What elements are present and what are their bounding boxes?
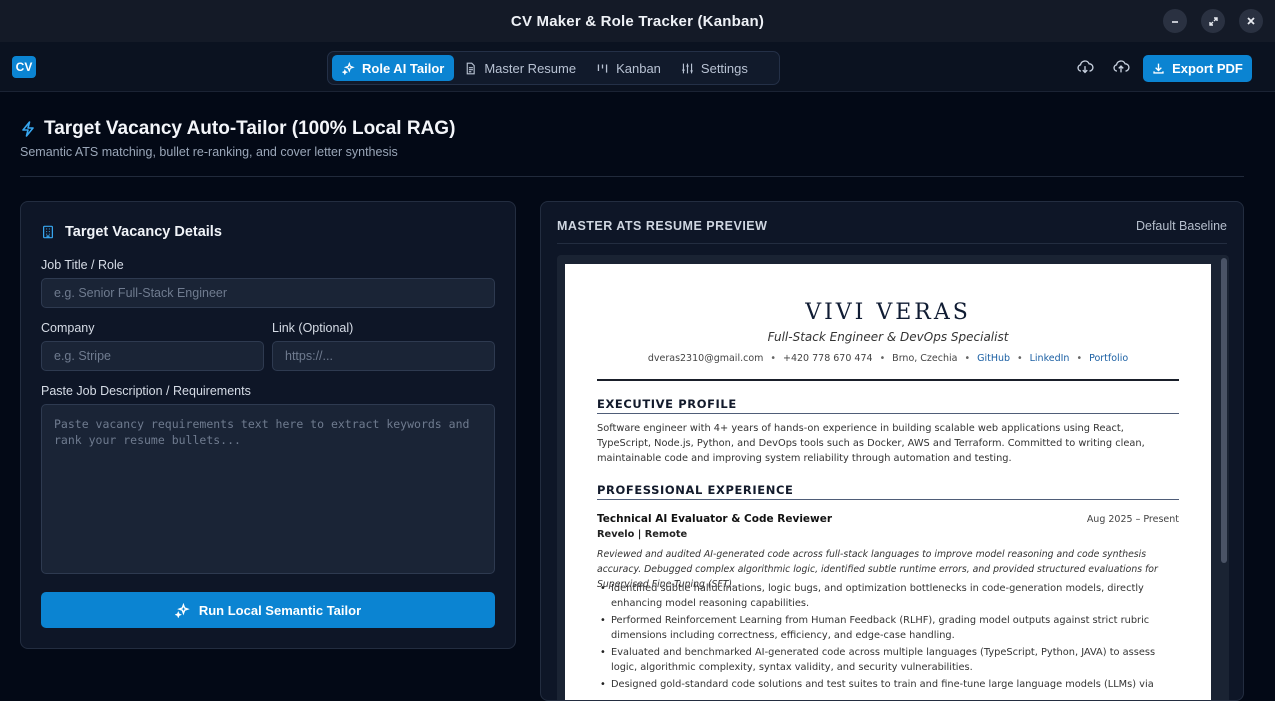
run-semantic-tailor-button[interactable]: Run Local Semantic Tailor [41,592,495,628]
cloud-download-icon[interactable] [1076,58,1094,76]
main-navigation: Role AI Tailor Master Resume Kanban Sett… [327,51,780,85]
tab-label: Role AI Tailor [362,60,445,76]
close-icon[interactable] [1239,9,1263,33]
building-icon [43,225,53,239]
experience-heading: PROFESSIONAL EXPERIENCE [597,483,1179,500]
tab-kanban[interactable]: Kanban [586,55,671,81]
run-button-label: Run Local Semantic Tailor [198,602,362,618]
export-pdf-label: Export PDF [1172,61,1243,76]
vacancy-details-panel: Target Vacancy Details Job Title / Role … [20,201,516,649]
tab-label: Settings [700,60,748,76]
job-company: Revelo | Remote [597,529,688,540]
tab-role-ai-tailor[interactable]: Role AI Tailor [332,55,455,81]
job-description-label: Paste Job Description / Requirements [41,384,251,398]
app-toolbar: CV Role AI Tailor Master Resume Kanban S… [0,42,1275,92]
link-label: Link (Optional) [272,321,354,335]
kanban-icon [597,63,608,73]
minimize-icon[interactable] [1163,9,1187,33]
resume-github-link[interactable]: GitHub [977,353,1010,364]
sparkles-icon [342,61,355,75]
window-title: CV Maker & Role Tracker (Kanban) [510,12,765,30]
sparkles-icon [174,602,190,618]
job-description-textarea[interactable]: Paste vacancy requirements text here to … [41,404,495,574]
job-title: Technical AI Evaluator & Code Reviewer [597,513,833,525]
download-icon [1153,63,1164,74]
preview-header: MASTER ATS RESUME PREVIEW Default Baseli… [557,218,1227,244]
page-title-text: Target Vacancy Auto-Tailor (100% Local R… [44,118,456,139]
job-title-input[interactable]: e.g. Senior Full-Stack Engineer [41,278,495,308]
export-pdf-button[interactable]: Export PDF [1143,55,1252,82]
maximize-icon[interactable] [1201,9,1225,33]
lightning-icon [22,121,34,137]
resume-preview-panel: MASTER ATS RESUME PREVIEW Default Baseli… [540,201,1244,701]
window-controls [1163,9,1263,33]
cloud-upload-icon[interactable] [1112,58,1130,76]
preview-title: MASTER ATS RESUME PREVIEW [557,219,768,233]
panel-title: Target Vacancy Details [41,224,222,240]
profile-heading: EXECUTIVE PROFILE [597,397,1179,414]
preview-scrollbar[interactable] [1221,258,1227,563]
window-titlebar: CV Maker & Role Tracker (Kanban) [0,0,1275,42]
tab-label: Kanban [616,60,661,76]
resume-location: Brno, Czechia [892,353,958,364]
panel-title-text: Target Vacancy Details [65,224,222,240]
resume-page: VIVI VERAS Full-Stack Engineer & DevOps … [565,264,1211,700]
resume-name: VIVI VERAS [805,300,971,325]
resume-contact-line: dveras2310@gmail.com • +420 778 670 474 • Br… [647,353,1129,364]
company-input[interactable]: e.g. Stripe [41,341,264,371]
tab-settings[interactable]: Settings [671,55,758,81]
resume-role: Full-Stack Engineer & DevOps Specialist [767,330,1009,344]
tab-master-resume[interactable]: Master Resume [454,55,586,81]
document-icon [467,62,476,74]
app-logo: CV [12,56,36,78]
list-item: Identified subtle hallucinations, logic … [597,581,1179,611]
link-input[interactable]: https://... [272,341,495,371]
page-subtitle: Semantic ATS matching, bullet re-ranking… [20,145,398,159]
sliders-icon [682,63,693,73]
page-title: Target Vacancy Auto-Tailor (100% Local R… [20,118,455,140]
job-dates: Aug 2025 – Present [1086,514,1179,525]
tab-label: Master Resume [484,60,577,76]
header-divider [20,176,1244,177]
job-bullets: Identified subtle hallucinations, logic … [597,581,1179,694]
resume-portfolio-link[interactable]: Portfolio [1089,353,1128,364]
page-header: Target Vacancy Auto-Tailor (100% Local R… [20,118,455,159]
resume-header-rule [597,379,1179,381]
preview-baseline-badge: Default Baseline [1135,219,1227,233]
job-title-label: Job Title / Role [41,258,124,272]
company-label: Company [41,321,95,335]
resume-email: dveras2310@gmail.com [647,353,764,364]
list-item: Designed gold-standard code solutions an… [597,677,1179,692]
resume-phone: +420 778 670 474 [783,353,873,364]
list-item: Performed Reinforcement Learning from Hu… [597,613,1179,643]
list-item: Evaluated and benchmarked AI-generated c… [597,645,1179,675]
profile-text: Software engineer with 4+ years of hands… [597,423,1145,464]
resume-linkedin-link[interactable]: LinkedIn [1030,353,1070,364]
